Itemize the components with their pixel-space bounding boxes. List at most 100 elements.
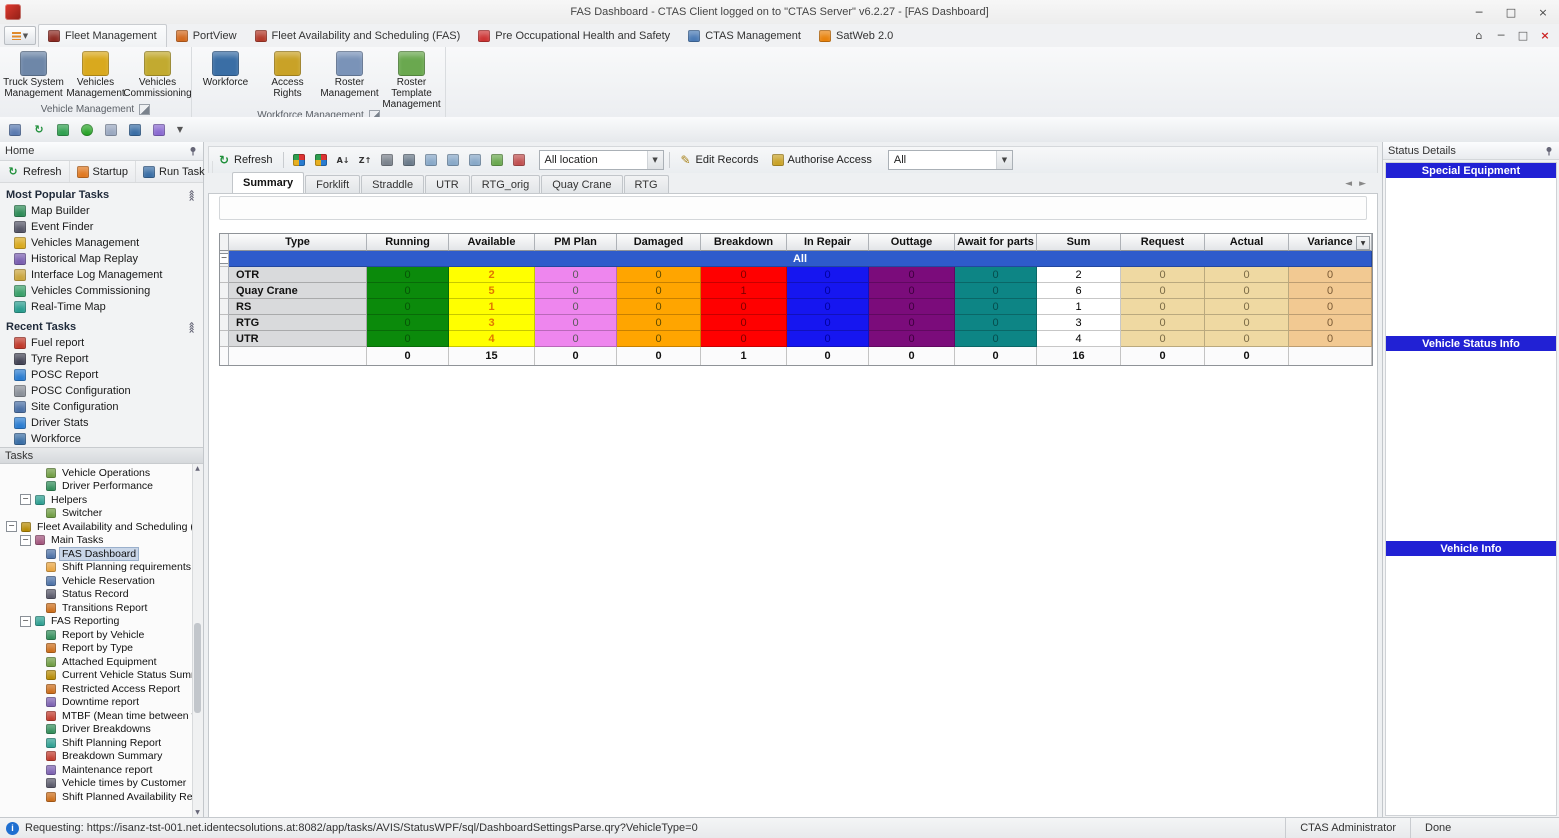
value-cell[interactable]: 0 [1205, 283, 1289, 299]
value-cell[interactable]: 0 [869, 315, 955, 331]
grid-import-button[interactable] [467, 151, 484, 170]
sidebar-item-map-builder[interactable]: Map Builder [0, 203, 203, 219]
value-cell[interactable]: 0 [869, 267, 955, 283]
value-cell[interactable]: 5 [449, 283, 535, 299]
value-cell[interactable]: 6 [1037, 283, 1121, 299]
tree-item-switcher[interactable]: Switcher [0, 507, 203, 521]
value-cell[interactable]: 0 [617, 299, 701, 315]
value-cell[interactable]: 0 [1121, 331, 1205, 347]
value-cell[interactable]: 0 [617, 331, 701, 347]
value-cell[interactable]: 0 [955, 331, 1037, 347]
tree-item-shift-planning-requirements[interactable]: Shift Planning requirements [0, 561, 203, 575]
qat-copy-button[interactable] [101, 120, 121, 139]
value-cell[interactable]: 1 [1037, 299, 1121, 315]
dialog-launcher-icon[interactable] [139, 104, 150, 115]
value-cell[interactable]: 0 [617, 267, 701, 283]
sidebar-item-posc-report[interactable]: POSC Report [0, 367, 203, 383]
value-cell[interactable]: 0 [535, 267, 617, 283]
column-header-type[interactable]: Type [229, 234, 367, 251]
type-cell-quay-crane[interactable]: Quay Crane [229, 283, 367, 299]
value-cell[interactable]: 0 [535, 283, 617, 299]
type-cell-rs[interactable]: RS [229, 299, 367, 315]
value-cell[interactable]: 0 [869, 331, 955, 347]
startup-button[interactable]: Startup [70, 161, 136, 182]
sidebar-item-site-configuration[interactable]: Site Configuration [0, 399, 203, 415]
sidebar-item-tyre-report[interactable]: Tyre Report [0, 351, 203, 367]
move-columns-button[interactable] [379, 151, 396, 170]
truck-system-management-button[interactable]: Truck System Management [3, 49, 64, 102]
tree-item-report-by-type[interactable]: Report by Type [0, 642, 203, 656]
refresh-button[interactable]: ↻ Refresh [213, 152, 278, 168]
sort-asc-button[interactable]: A↓ [335, 151, 352, 170]
tab-summary[interactable]: Summary [232, 172, 304, 193]
vehicle-type-select[interactable]: All ▼ [888, 150, 1013, 170]
value-cell[interactable]: 0 [367, 315, 449, 331]
value-cell[interactable]: 0 [617, 315, 701, 331]
close-button[interactable]: × [1527, 0, 1559, 24]
tree-item-helpers[interactable]: −Helpers [0, 493, 203, 507]
location-select[interactable]: All location ▼ [539, 150, 664, 170]
value-cell[interactable]: 1 [449, 299, 535, 315]
mdi-minimize-button[interactable]: ─ [1491, 27, 1511, 44]
value-cell[interactable]: 0 [367, 331, 449, 347]
value-cell[interactable]: 0 [869, 299, 955, 315]
roster-template-management-button[interactable]: Roster Template Management [381, 49, 442, 110]
section-header-most-popular-tasks[interactable]: Most Popular Tasks«« [0, 186, 203, 203]
value-cell[interactable]: 0 [701, 331, 787, 347]
value-cell[interactable]: 0 [367, 299, 449, 315]
value-cell[interactable]: 0 [955, 315, 1037, 331]
column-header-available[interactable]: Available [449, 234, 535, 251]
edit-records-button[interactable]: ✎ Edit Records [675, 152, 764, 168]
value-cell[interactable]: 0 [1121, 315, 1205, 331]
type-cell-utr[interactable]: UTR [229, 331, 367, 347]
value-cell[interactable]: 0 [1289, 267, 1372, 283]
value-cell[interactable]: 0 [1289, 283, 1372, 299]
run-task-button[interactable]: Run Task [136, 161, 213, 182]
grid-cancel-button[interactable] [511, 151, 528, 170]
value-cell[interactable]: 0 [701, 299, 787, 315]
ribbon-tab-fleet-availability-and-scheduling-fas[interactable]: Fleet Availability and Scheduling (FAS) [246, 24, 470, 47]
tree-item-fleet-availability-and-scheduling-fas[interactable]: −Fleet Availability and Scheduling (FAS [0, 520, 203, 534]
value-cell[interactable]: 0 [1205, 267, 1289, 283]
group-row-all[interactable]: All [229, 251, 1372, 267]
tab-rtg[interactable]: RTG [624, 175, 669, 193]
tree-item-attached-equipment[interactable]: Attached Equipment [0, 655, 203, 669]
qat-globe-button[interactable] [53, 120, 73, 139]
palette-grid-button[interactable] [291, 151, 308, 170]
value-cell[interactable]: 0 [787, 267, 869, 283]
sidebar-item-vehicles-management[interactable]: Vehicles Management [0, 235, 203, 251]
qat-database-button[interactable] [149, 120, 169, 139]
refresh-button[interactable]: ↻Refresh [0, 161, 70, 182]
qat-refresh-button[interactable]: ↻ [29, 120, 49, 139]
value-cell[interactable]: 3 [449, 315, 535, 331]
value-cell[interactable]: 0 [1289, 315, 1372, 331]
tree-item-maintenance-report[interactable]: Maintenance report [0, 763, 203, 777]
tree-item-vehicle-times-by-customer[interactable]: Vehicle times by Customer [0, 777, 203, 791]
tree-item-mtbf-mean-time-between-fa[interactable]: MTBF (Mean time between fa [0, 709, 203, 723]
ribbon-tab-satweb-2-0[interactable]: SatWeb 2.0 [810, 24, 902, 47]
value-cell[interactable]: 2 [449, 267, 535, 283]
grid-export-right-button[interactable] [445, 151, 462, 170]
tab-utr[interactable]: UTR [425, 175, 470, 193]
tree-item-current-vehicle-status-summ[interactable]: Current Vehicle Status Summ [0, 669, 203, 683]
value-cell[interactable]: 0 [701, 267, 787, 283]
sidebar-item-driver-stats[interactable]: Driver Stats [0, 415, 203, 431]
mdi-close-button[interactable]: × [1535, 27, 1555, 44]
palette-grid2-button[interactable] [313, 151, 330, 170]
value-cell[interactable]: 0 [1205, 331, 1289, 347]
column-header-outtage[interactable]: Outtage [869, 234, 955, 251]
column-header-breakdown[interactable]: Breakdown [701, 234, 787, 251]
scrollbar-thumb[interactable] [194, 623, 201, 713]
value-cell[interactable]: 0 [955, 267, 1037, 283]
access-rights-button[interactable]: Access Rights [257, 49, 318, 110]
value-cell[interactable]: 4 [1037, 331, 1121, 347]
value-cell[interactable]: 0 [787, 299, 869, 315]
value-cell[interactable]: 0 [1121, 299, 1205, 315]
tree-item-shift-planned-availability-rep[interactable]: Shift Planned Availability Rep [0, 790, 203, 804]
grid-export-left-button[interactable] [423, 151, 440, 170]
sidebar-item-historical-map-replay[interactable]: Historical Map Replay [0, 251, 203, 267]
sidebar-item-vehicles-commissioning[interactable]: Vehicles Commissioning [0, 283, 203, 299]
tree-item-status-record[interactable]: Status Record [0, 588, 203, 602]
value-cell[interactable]: 0 [1121, 267, 1205, 283]
authorise-access-button[interactable]: Authorise Access [767, 152, 877, 168]
